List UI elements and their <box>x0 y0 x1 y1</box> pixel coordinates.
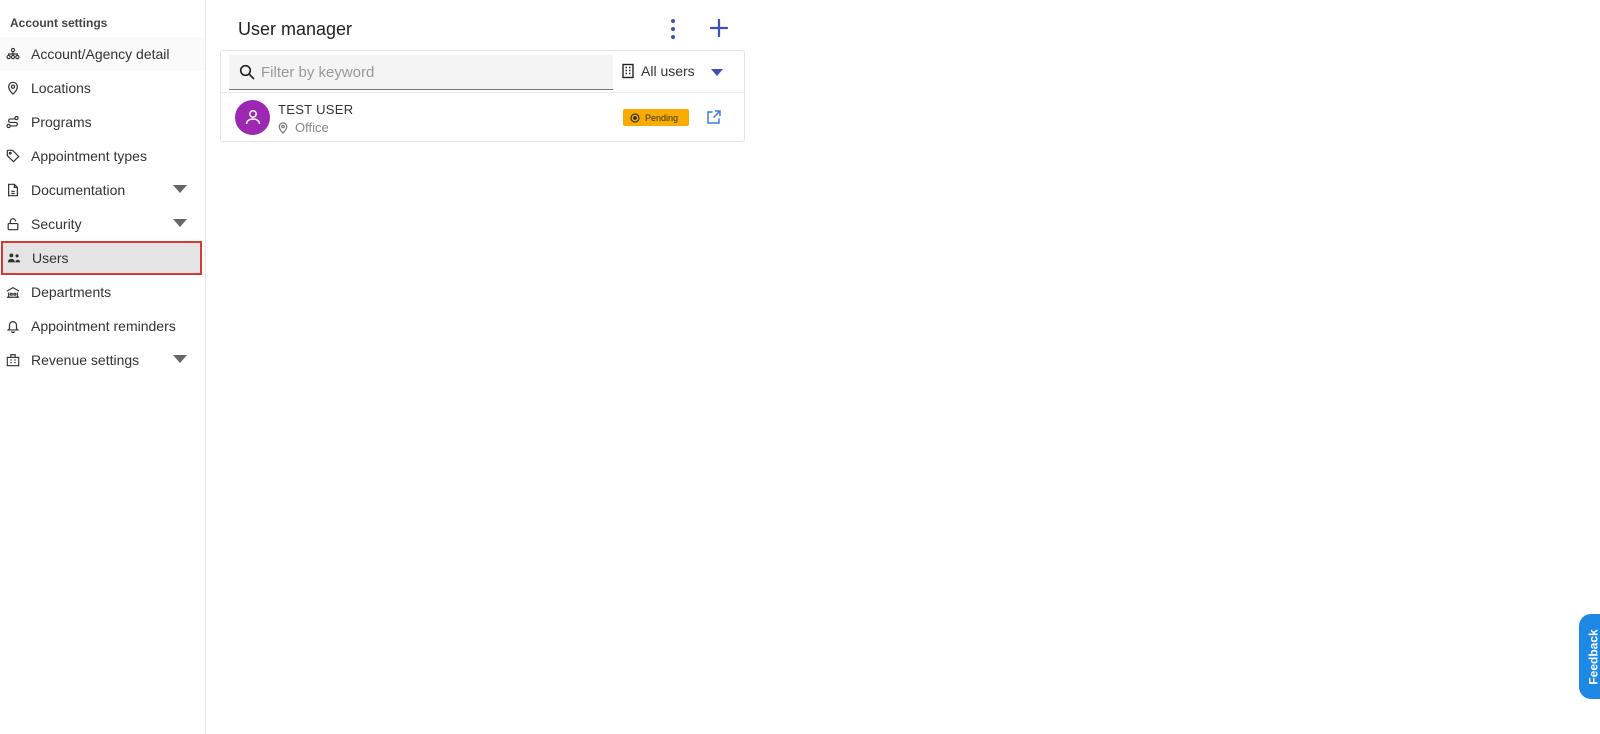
departments-icon <box>5 284 21 300</box>
add-user-button[interactable] <box>709 18 729 38</box>
users-filter-dropdown[interactable]: All users <box>621 59 741 83</box>
feedback-label: Feedback <box>1587 628 1600 685</box>
sidebar-item-appointment-types[interactable]: Appointment types <box>0 139 205 173</box>
sidebar-item-users[interactable]: Users <box>1 241 202 275</box>
status-badge: Pending <box>623 109 689 126</box>
user-name: TEST USER <box>278 102 354 117</box>
sidebar-item-account-agency-detail[interactable]: Account/Agency detail <box>0 37 205 71</box>
sidebar-item-security[interactable]: Security <box>0 207 205 241</box>
sidebar-item-label: Revenue settings <box>31 352 140 368</box>
org-chart-icon <box>5 46 21 62</box>
user-location-label: Office <box>295 120 329 135</box>
sidebar-item-label: Account/Agency detail <box>31 46 170 62</box>
sidebar-item-label: Security <box>31 216 82 232</box>
status-badge-label: Pending <box>645 112 679 123</box>
sidebar-item-documentation[interactable]: Documentation <box>0 173 205 207</box>
bell-icon <box>5 318 21 334</box>
tags-icon <box>5 148 21 164</box>
chevron-down-icon[interactable] <box>173 185 187 193</box>
sidebar-item-label: Users <box>32 250 69 266</box>
filter-field <box>229 55 613 90</box>
chevron-down-icon[interactable] <box>173 355 187 363</box>
more-vertical-icon[interactable] <box>669 18 677 40</box>
building-icon <box>622 63 634 79</box>
sidebar-item-label: Documentation <box>31 182 126 198</box>
sidebar-item-label: Programs <box>31 114 92 130</box>
building-icon <box>5 352 21 368</box>
route-icon <box>5 114 21 130</box>
table-row[interactable]: TEST USER Office Pending <box>221 93 744 141</box>
open-external-icon[interactable] <box>706 109 722 125</box>
location-pin-icon <box>278 122 288 134</box>
chevron-down-icon[interactable] <box>173 219 187 227</box>
document-icon <box>5 182 21 198</box>
sidebar-item-label: Locations <box>31 80 91 96</box>
sidebar-item-label: Appointment types <box>31 148 147 164</box>
chevron-down-icon[interactable] <box>711 69 723 76</box>
pending-status-icon <box>630 112 640 123</box>
user-location: Office <box>277 120 329 135</box>
unlock-icon <box>5 216 21 232</box>
sidebar-item-revenue-settings[interactable]: Revenue settings <box>0 343 205 377</box>
user-avatar-icon <box>245 109 260 124</box>
users-filter-value: All users <box>641 63 695 79</box>
users-icon <box>6 250 22 266</box>
filter-input[interactable] <box>259 62 593 82</box>
sidebar-item-programs[interactable]: Programs <box>0 105 205 139</box>
sidebar-nav: Account/Agency detail Locations Programs… <box>0 37 205 377</box>
sidebar-item-label: Departments <box>31 284 112 300</box>
search-icon <box>239 64 255 80</box>
sidebar-item-label: Appointment reminders <box>31 318 176 334</box>
sidebar-item-appointment-reminders[interactable]: Appointment reminders <box>0 309 205 343</box>
location-pin-icon <box>5 80 21 96</box>
avatar <box>235 100 270 135</box>
sidebar-title: Account settings <box>10 16 108 30</box>
page-title: User manager <box>238 19 353 39</box>
feedback-tab[interactable]: Feedback <box>1579 614 1600 699</box>
sidebar-item-locations[interactable]: Locations <box>0 71 205 105</box>
user-list-card: All users TEST USER Office Pending <box>220 50 745 142</box>
sidebar: Account settings Account/Agency detail L… <box>0 0 206 734</box>
sidebar-item-departments[interactable]: Departments <box>0 275 205 309</box>
